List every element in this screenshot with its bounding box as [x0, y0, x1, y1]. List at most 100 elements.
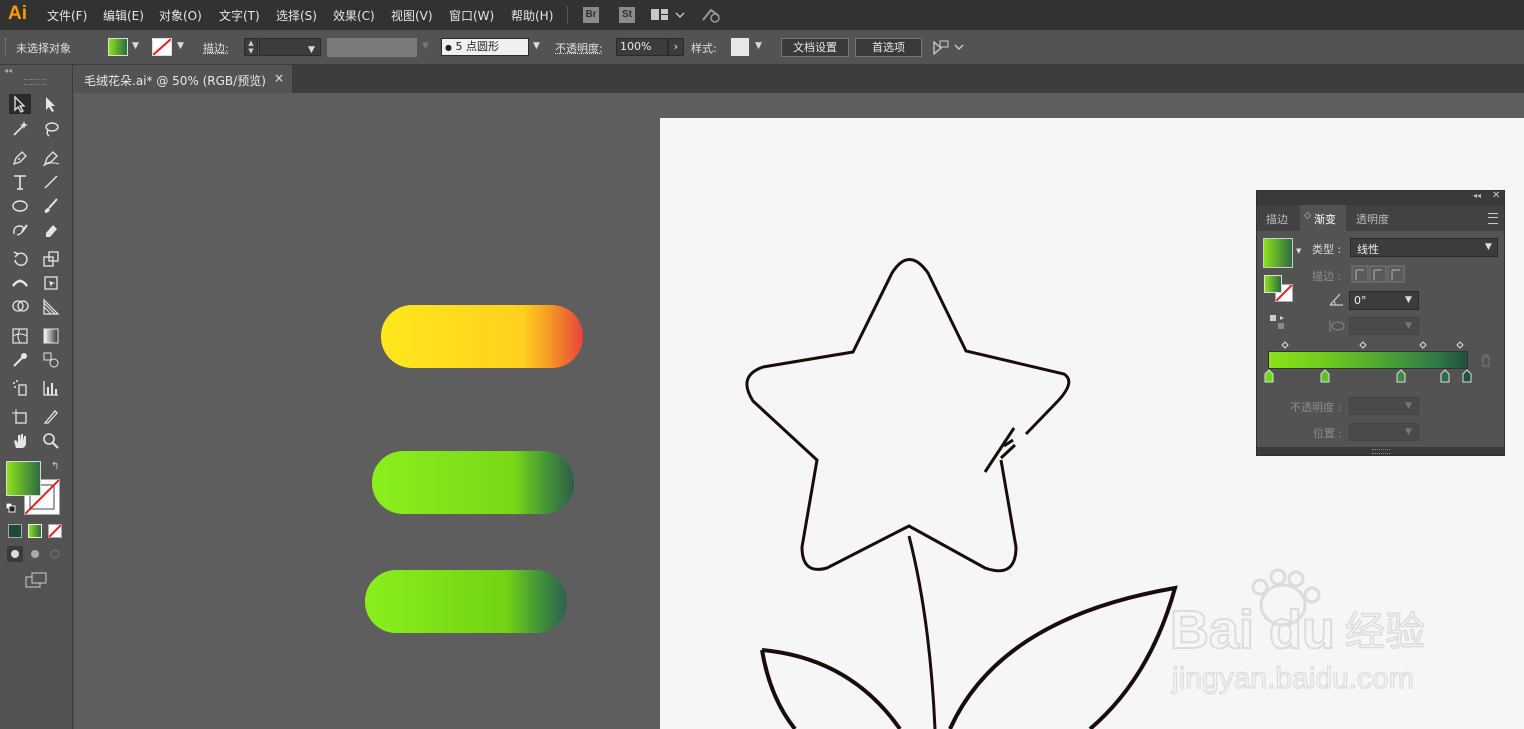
yellow-gradient-pill[interactable]	[381, 305, 583, 368]
gradient-thumbnail[interactable]	[1263, 238, 1293, 268]
arrange-documents-icon[interactable]	[651, 8, 685, 25]
stroke-swatch[interactable]	[152, 38, 172, 56]
none-mode-button[interactable]	[48, 524, 62, 538]
draw-behind-icon[interactable]	[27, 546, 43, 562]
color-mode-button[interactable]	[8, 524, 22, 538]
panel-resize-bar[interactable]	[1257, 447, 1504, 455]
variable-width-profile[interactable]	[327, 38, 417, 57]
gradient-tool-icon[interactable]	[40, 326, 62, 346]
fill-dropdown-icon[interactable]: ▼	[132, 41, 139, 51]
opacity-input[interactable]: 100%	[616, 38, 668, 56]
draw-inside-icon[interactable]	[47, 546, 63, 562]
blend-tool-icon[interactable]	[40, 350, 62, 370]
artboard-tool-icon[interactable]	[9, 407, 31, 427]
gradient-type-select[interactable]: 线性 ▼	[1350, 238, 1498, 257]
menu-effect[interactable]: 效果(C)	[333, 7, 375, 24]
eraser-tool-icon[interactable]	[40, 220, 62, 240]
angle-input[interactable]: 0° ▼	[1349, 291, 1419, 310]
fill-color-box[interactable]	[6, 461, 41, 496]
style-swatch[interactable]	[731, 38, 749, 56]
type-tool-icon[interactable]	[9, 172, 31, 192]
shape-builder-tool-icon[interactable]	[9, 297, 31, 317]
bridge-button[interactable]: Br	[583, 7, 599, 23]
gradient-midpoints[interactable]	[1263, 341, 1473, 351]
gradient-thumbnail-dropdown-icon[interactable]: ▼	[1296, 247, 1301, 255]
panel-resize-grip[interactable]	[1372, 449, 1390, 454]
stock-button[interactable]: St	[619, 7, 635, 23]
menu-object[interactable]: 对象(O)	[159, 7, 202, 24]
green-gradient-pill-2[interactable]	[365, 570, 567, 633]
fill-mini-swatch[interactable]	[1264, 275, 1282, 293]
eyedropper-tool-icon[interactable]	[9, 350, 31, 370]
tab-gradient[interactable]: ◇ 渐变	[1300, 205, 1346, 231]
opacity-arrow-icon[interactable]: ›	[668, 38, 684, 56]
panel-title-bar[interactable]: ◂◂ ✕	[1257, 190, 1504, 205]
draw-normal-icon[interactable]	[7, 546, 23, 562]
direct-selection-tool-icon[interactable]	[40, 94, 62, 114]
column-graph-tool-icon[interactable]	[40, 378, 62, 398]
scale-tool-icon[interactable]	[40, 249, 62, 269]
stroke-weight-stepper[interactable]: ▲ ▼	[244, 38, 258, 56]
default-fill-stroke-icon[interactable]	[5, 502, 16, 513]
tab-stroke[interactable]: 描边	[1266, 211, 1288, 227]
panel-menu-icon[interactable]	[1488, 213, 1498, 224]
rotate-tool-icon[interactable]	[9, 249, 31, 269]
paintbrush-tool-icon[interactable]	[40, 196, 62, 216]
zoom-tool-icon[interactable]	[40, 431, 62, 451]
screen-mode-icon[interactable]	[25, 572, 49, 591]
line-segment-tool-icon[interactable]	[40, 172, 62, 192]
reverse-gradient-icon[interactable]	[1269, 314, 1287, 333]
brush-definition[interactable]: ● 5 点圆形	[441, 38, 529, 56]
grip-handle[interactable]	[5, 38, 8, 56]
free-transform-tool-icon[interactable]	[40, 273, 62, 293]
menu-select[interactable]: 选择(S)	[276, 7, 317, 24]
collapse-panel-icon[interactable]: ◂◂	[1473, 191, 1481, 200]
gradient-slider[interactable]	[1268, 351, 1468, 369]
menu-file[interactable]: 文件(F)	[47, 7, 87, 24]
opacity-label[interactable]: 不透明度:	[555, 40, 603, 56]
gradient-mode-button[interactable]	[28, 524, 42, 538]
stroke-gradient-options	[1351, 265, 1405, 283]
swap-fill-stroke-icon[interactable]: ↰	[51, 461, 59, 472]
stroke-weight-dropdown-icon[interactable]: ▼	[308, 42, 315, 58]
shaper-tool-icon[interactable]	[9, 220, 31, 240]
delete-stop-icon[interactable]	[1480, 354, 1492, 370]
menu-window[interactable]: 窗口(W)	[449, 7, 494, 24]
selection-tool-icon[interactable]	[9, 94, 31, 114]
hand-tool-icon[interactable]	[9, 431, 31, 451]
quick-actions-icon[interactable]	[931, 38, 965, 59]
style-dropdown-icon[interactable]: ▼	[755, 41, 762, 51]
pen-tool-icon[interactable]	[9, 148, 31, 168]
slice-tool-icon[interactable]	[40, 407, 62, 427]
close-tab-icon[interactable]: ×	[274, 71, 284, 85]
collapse-toolbar-icon[interactable]: ◂◂	[4, 66, 12, 75]
preferences-button[interactable]: 首选项	[855, 38, 922, 57]
menu-type[interactable]: 文字(T)	[219, 7, 260, 24]
fill-swatch[interactable]	[108, 38, 128, 56]
tab-options-icon: ◇	[1304, 211, 1311, 221]
perspective-grid-tool-icon[interactable]	[40, 297, 62, 317]
menu-view[interactable]: 视图(V)	[391, 7, 433, 24]
stroke-dropdown-icon[interactable]: ▼	[177, 41, 184, 51]
toolbar-grip[interactable]	[24, 79, 46, 85]
document-setup-button[interactable]: 文档设置	[781, 38, 849, 57]
gpu-performance-icon[interactable]	[701, 6, 723, 27]
menu-help[interactable]: 帮助(H)	[511, 7, 553, 24]
width-tool-icon[interactable]	[9, 273, 31, 293]
symbol-sprayer-tool-icon[interactable]	[9, 378, 31, 398]
magic-wand-tool-icon[interactable]	[9, 119, 31, 139]
menu-edit[interactable]: 编辑(E)	[103, 7, 144, 24]
stroke-weight-input[interactable]: ▼	[259, 38, 321, 56]
gradient-stops[interactable]	[1263, 369, 1475, 385]
tab-transparency[interactable]: 透明度	[1356, 211, 1389, 227]
profile-dropdown-icon[interactable]: ▼	[422, 41, 429, 51]
document-tab[interactable]: 毛绒花朵.ai* @ 50% (RGB/预览) ×	[74, 65, 292, 93]
curvature-tool-icon[interactable]	[40, 148, 62, 168]
green-gradient-pill-1[interactable]	[372, 451, 574, 514]
lasso-tool-icon[interactable]	[40, 119, 62, 139]
close-panel-icon[interactable]: ✕	[1492, 190, 1500, 201]
stroke-label[interactable]: 描边:	[203, 40, 229, 56]
brush-dropdown-icon[interactable]: ▼	[533, 41, 540, 51]
ellipse-tool-icon[interactable]	[9, 196, 31, 216]
mesh-tool-icon[interactable]	[9, 326, 31, 346]
